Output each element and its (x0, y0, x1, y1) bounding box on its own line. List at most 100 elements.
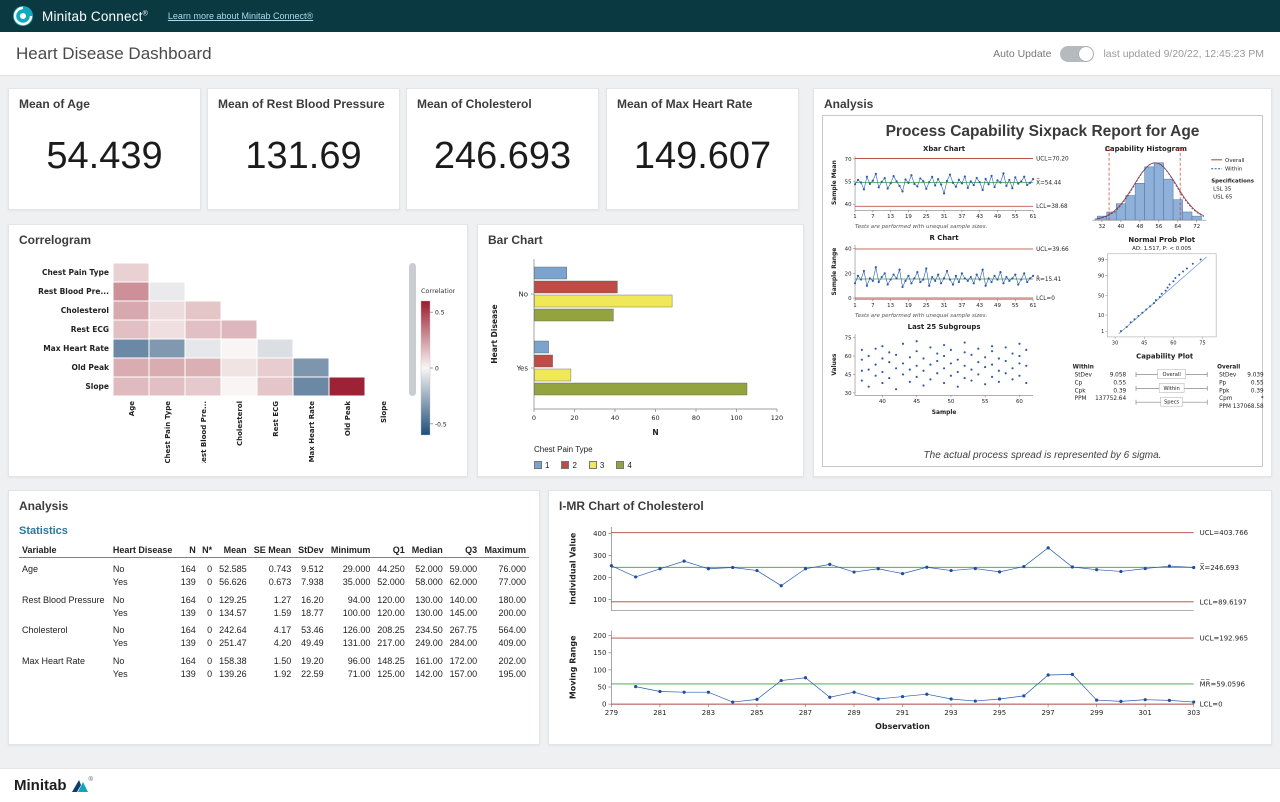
svg-text:Chest Pain Type: Chest Pain Type (164, 401, 172, 463)
barchart-legend-title: Chest Pain Type (534, 445, 803, 454)
legend-item-2[interactable]: 2 (561, 461, 576, 470)
svg-text:Within: Within (1225, 167, 1242, 173)
svg-text:303: 303 (1187, 709, 1200, 717)
imr-chart[interactable]: 100200300400UCL=403.766X̅=246.693LCL=89.… (561, 519, 1259, 736)
svg-text:0: 0 (435, 366, 439, 373)
kpi-card-mean-cholesterol: Mean of Cholesterol 246.693 (406, 88, 599, 210)
svg-text:Observation: Observation (875, 722, 930, 731)
svg-text:Rest ECG: Rest ECG (272, 401, 280, 437)
svg-text:25: 25 (923, 303, 930, 309)
legend-swatch (534, 461, 542, 469)
panel-title: I-MR Chart of Cholesterol (549, 491, 1271, 517)
kpi-value: 131.69 (208, 135, 399, 178)
svg-text:30: 30 (845, 391, 852, 397)
svg-text:0.39: 0.39 (1251, 388, 1264, 394)
table-row: Yes1390251.474.2049.49131.00217.00249.00… (19, 637, 529, 650)
svg-text:USL 65: USL 65 (1213, 194, 1232, 200)
auto-update-toggle[interactable] (1060, 46, 1094, 62)
kpi-title: Mean of Cholesterol (407, 89, 598, 115)
kpi-card-mean-age: Mean of Age 54.439 (8, 88, 201, 210)
svg-text:120: 120 (771, 414, 783, 422)
svg-text:Last 25 Subgroups: Last 25 Subgroups (908, 323, 981, 331)
panel-title: Analysis (814, 89, 1271, 115)
svg-text:150: 150 (593, 649, 606, 657)
svg-text:293: 293 (944, 709, 957, 717)
bar-chart[interactable]: 020406080100120NoYesNHeart Disease (486, 253, 789, 443)
svg-text:*: * (1261, 396, 1264, 402)
minitab-connect-logo-icon[interactable] (12, 5, 34, 27)
svg-text:49: 49 (994, 303, 1001, 309)
svg-text:400: 400 (593, 530, 606, 538)
correlogram-heatmap[interactable]: Chest Pain Type Rest Blood Pre... Choleste… (19, 255, 455, 463)
svg-text:61: 61 (1030, 214, 1037, 220)
svg-text:70: 70 (845, 157, 852, 163)
svg-text:StDev: StDev (1075, 372, 1093, 378)
svg-text:Sample Range: Sample Range (831, 248, 838, 296)
table-row: CholesterolNo1640242.644.1753.46126.0020… (19, 619, 529, 637)
svg-text:50: 50 (947, 399, 954, 405)
sixpack-report-chart[interactable]: Xbar Chart40557017131925313743495561UCL=… (823, 143, 1264, 422)
svg-text:281: 281 (653, 709, 666, 717)
svg-text:Overall: Overall (1225, 158, 1244, 164)
svg-text:9.058: 9.058 (1110, 372, 1127, 378)
svg-text:Cholesterol: Cholesterol (236, 401, 244, 446)
svg-text:20: 20 (845, 271, 852, 277)
svg-text:X̅=246.693: X̅=246.693 (1200, 563, 1239, 572)
svg-text:60: 60 (651, 414, 659, 422)
svg-text:Ppk: Ppk (1219, 388, 1230, 394)
minitab-reg-mark: ® (89, 777, 93, 783)
legend-item-4[interactable]: 4 (616, 461, 631, 470)
svg-text:100: 100 (593, 596, 606, 604)
svg-text:56: 56 (1155, 224, 1162, 230)
svg-text:Rest ECG: Rest ECG (71, 325, 109, 334)
svg-text:Old Peak: Old Peak (71, 363, 110, 372)
svg-text:7: 7 (871, 303, 874, 309)
table-row: Yes1390134.571.5918.77100.00120.00130.00… (19, 606, 529, 619)
svg-text:Slope: Slope (85, 382, 109, 391)
svg-text:295: 295 (993, 709, 1006, 717)
svg-text:Rest Blood Pre...: Rest Blood Pre... (38, 287, 109, 296)
svg-text:20: 20 (570, 414, 578, 422)
svg-text:200: 200 (593, 574, 606, 582)
svg-text:72: 72 (1193, 224, 1200, 230)
svg-text:19: 19 (905, 303, 912, 309)
svg-text:LSL: LSL (1105, 147, 1114, 153)
svg-text:7: 7 (871, 214, 874, 220)
svg-text:Xbar Chart: Xbar Chart (923, 145, 966, 153)
svg-text:LSL 35: LSL 35 (1213, 186, 1231, 192)
learn-more-link[interactable]: Learn more about Minitab Connect® (168, 11, 313, 21)
legend-swatch (561, 461, 569, 469)
svg-text:40: 40 (879, 399, 886, 405)
svg-text:0.39: 0.39 (1113, 388, 1126, 394)
svg-text:0.55: 0.55 (1251, 380, 1264, 386)
svg-text:UCL=192.965: UCL=192.965 (1200, 635, 1248, 643)
svg-text:137752.64: 137752.64 (1095, 396, 1126, 402)
svg-text:55: 55 (1012, 214, 1019, 220)
table-row: Yes1390139.261.9222.5971.00125.00142.001… (19, 667, 529, 680)
sixpack-report: Process Capability Sixpack Report for Ag… (822, 115, 1263, 467)
svg-text:137068.58: 137068.58 (1233, 404, 1264, 410)
svg-text:Sample Mean: Sample Mean (831, 160, 838, 205)
svg-text:Rest Blood Pre...: Rest Blood Pre... (200, 401, 208, 463)
svg-text:75: 75 (845, 336, 852, 342)
legend-item-3[interactable]: 3 (589, 461, 604, 470)
svg-text:64: 64 (1174, 224, 1181, 230)
svg-text:USL: USL (1175, 147, 1185, 153)
svg-text:60: 60 (1170, 340, 1176, 346)
svg-text:-0.5: -0.5 (435, 421, 447, 428)
svg-text:Heart Disease: Heart Disease (490, 304, 499, 363)
svg-text:Correlation: Correlation (421, 287, 455, 295)
svg-text:55: 55 (1012, 303, 1019, 309)
svg-text:0: 0 (602, 701, 606, 709)
svg-text:40: 40 (845, 247, 852, 253)
correlogram-scrollbar[interactable] (409, 263, 416, 396)
legend-item-1[interactable]: 1 (534, 461, 549, 470)
svg-text:Cholesterol: Cholesterol (61, 306, 109, 315)
statistics-table: VariableHeart DiseaseNN*MeanSE MeanStDev… (19, 543, 529, 680)
svg-text:301: 301 (1139, 709, 1152, 717)
svg-text:Pp: Pp (1219, 380, 1226, 386)
svg-text:55: 55 (982, 399, 989, 405)
svg-text:45: 45 (1141, 340, 1147, 346)
barchart-legend-items: 1 2 3 4 (534, 456, 803, 474)
table-row: Rest Blood PressureNo1640129.251.2716.20… (19, 589, 529, 607)
